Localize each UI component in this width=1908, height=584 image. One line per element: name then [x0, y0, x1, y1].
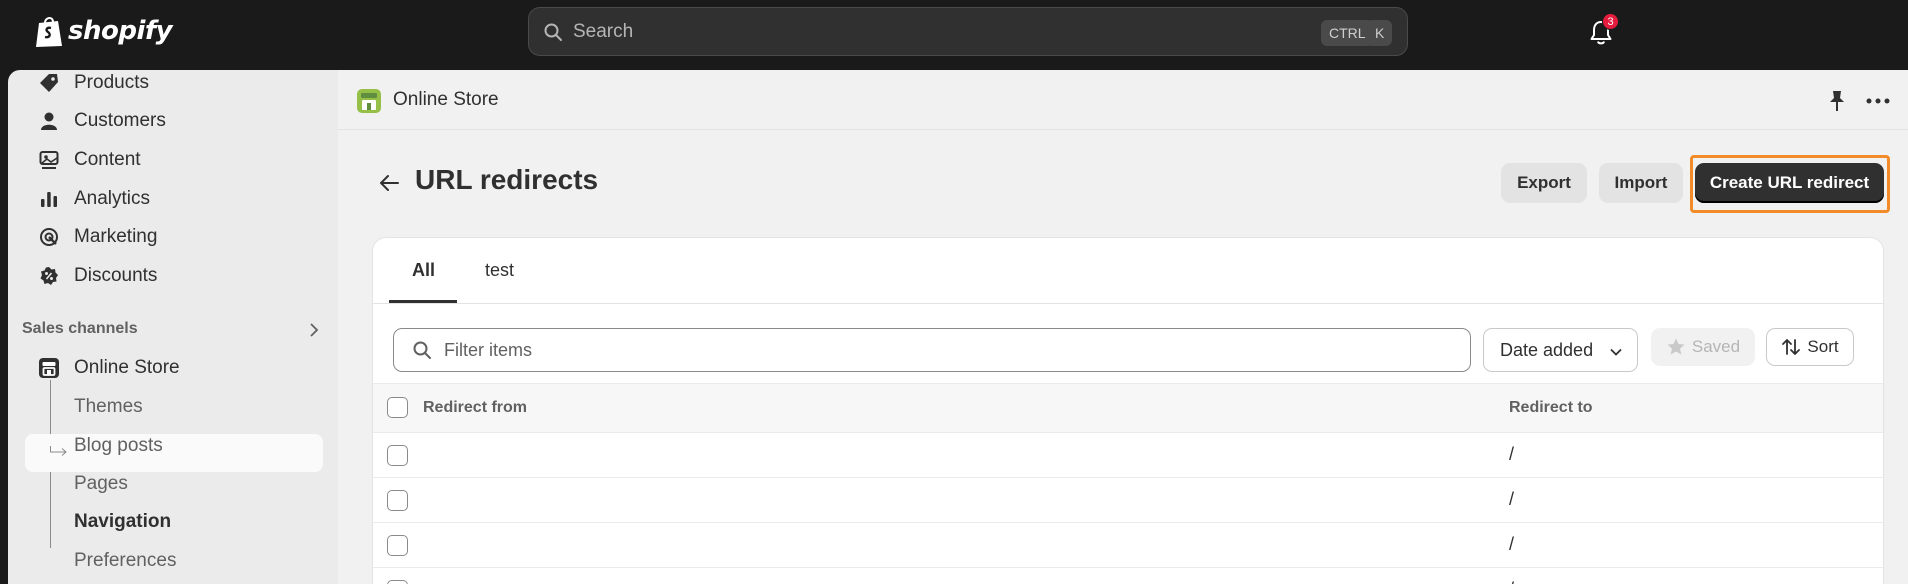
star-icon [1667, 338, 1685, 355]
row-checkbox[interactable] [387, 580, 408, 584]
saved-button[interactable]: Saved [1651, 328, 1755, 366]
breadcrumb: Online Store [338, 70, 1908, 130]
sidebar-subitem-blog-posts[interactable]: Blog posts [74, 431, 163, 461]
column-redirect-to[interactable]: Redirect to [1509, 399, 1593, 417]
page-title: URL redirects [415, 164, 599, 195]
search-placeholder: Search [573, 20, 634, 42]
date-added-label: Date added [1500, 339, 1594, 360]
filter-placeholder: Filter items [444, 339, 533, 360]
shopify-logo[interactable]: shopify [34, 14, 173, 48]
store-icon [38, 357, 60, 379]
more-actions-icon[interactable] [1865, 90, 1891, 112]
row-checkbox[interactable] [387, 535, 408, 556]
sidebar-item-discounts[interactable]: Discounts [38, 261, 157, 291]
online-store-label: Online Store [74, 357, 180, 378]
sidebar-item-analytics[interactable]: Analytics [38, 184, 150, 214]
export-button[interactable]: Export [1501, 163, 1587, 203]
brand-wordmark: shopify [68, 16, 173, 46]
table-row[interactable]: / [373, 433, 1883, 478]
select-all-checkbox[interactable] [387, 397, 408, 418]
sidebar-subitem-preferences[interactable]: Preferences [74, 546, 176, 576]
sidebar-item-label: Marketing [74, 226, 158, 247]
back-arrow-icon[interactable] [378, 172, 400, 194]
table-row[interactable]: / [373, 523, 1883, 568]
sidebar-item-label: Products [74, 72, 149, 93]
table-header: Redirect from Redirect to [373, 383, 1883, 433]
saved-label: Saved [1691, 337, 1741, 356]
redirects-card: All test Filter items Date added Saved S… [372, 237, 1884, 584]
tag-icon [38, 72, 60, 94]
sidebar-subitem-navigation[interactable]: Navigation [74, 507, 171, 537]
chevron-down-icon [1610, 348, 1622, 356]
sidebar-item-label: Discounts [74, 265, 158, 286]
highlight-outline [1690, 155, 1890, 213]
main-panel: Online Store URL redirects Export Import… [338, 70, 1908, 584]
sidebar-subitem-label: Navigation [74, 511, 172, 532]
row-checkbox[interactable] [387, 490, 408, 511]
sidebar: Products Customers Content Analytics Mar… [8, 70, 338, 584]
sidebar-item-label: Analytics [74, 188, 151, 209]
sidebar-subitem-label: Blog posts [74, 435, 163, 456]
shortcut-k-key: K [1367, 20, 1393, 46]
sidebar-subitem-label: Preferences [74, 550, 177, 571]
pin-icon[interactable] [1827, 90, 1847, 112]
date-added-dropdown[interactable]: Date added [1483, 328, 1638, 372]
notification-count-badge: 3 [1602, 13, 1619, 30]
chevron-right-icon[interactable] [306, 322, 322, 338]
target-icon [38, 226, 60, 248]
tab-test[interactable]: test [485, 260, 514, 281]
tab-all[interactable]: All [412, 260, 435, 281]
bar-chart-icon [38, 188, 60, 210]
shopify-bag-icon [36, 17, 62, 47]
redirect-to-cell: / [1509, 489, 1515, 509]
sidebar-item-content[interactable]: Content [38, 145, 141, 175]
tab-divider [373, 303, 1883, 304]
table-row[interactable]: / [373, 568, 1883, 584]
content-icon [38, 149, 60, 171]
sales-channels-label: Sales channels [22, 320, 138, 337]
sort-label: Sort [1807, 337, 1839, 356]
online-store-app-icon [357, 89, 381, 113]
redirect-to-cell: / [1509, 579, 1514, 584]
person-icon [38, 110, 60, 132]
sidebar-item-customers[interactable]: Customers [38, 106, 166, 136]
column-redirect-from[interactable]: Redirect from [423, 399, 527, 417]
search-input[interactable]: Search CTRL K [528, 7, 1408, 56]
active-item-background [25, 434, 323, 472]
sidebar-subitem-pages[interactable]: Pages [74, 469, 128, 499]
row-checkbox[interactable] [387, 445, 408, 466]
tree-arrow-icon [50, 446, 67, 456]
search-icon [544, 23, 562, 41]
sidebar-item-label: Content [74, 149, 141, 170]
sidebar-subitem-label: Themes [74, 396, 143, 417]
filter-input[interactable]: Filter items [393, 328, 1471, 372]
sidebar-item-products[interactable]: Products [38, 68, 149, 98]
redirect-to-cell: / [1509, 534, 1515, 554]
import-button[interactable]: Import [1599, 163, 1683, 203]
discount-icon [38, 265, 60, 287]
sidebar-item-marketing[interactable]: Marketing [38, 222, 157, 252]
search-icon [413, 341, 431, 359]
table-row[interactable]: / [373, 478, 1883, 523]
top-bar: shopify Search CTRL K 3 [0, 0, 1908, 70]
sidebar-subitem-label: Pages [74, 473, 128, 494]
shortcut-ctrl-key: CTRL [1321, 20, 1374, 46]
sidebar-item-label: Customers [74, 110, 166, 131]
sort-arrows-icon [1782, 339, 1801, 355]
sidebar-subitem-themes[interactable]: Themes [74, 392, 143, 422]
sort-button[interactable]: Sort [1766, 328, 1854, 366]
redirect-to-cell: / [1509, 444, 1515, 464]
breadcrumb-online-store[interactable]: Online Store [393, 89, 499, 111]
sidebar-item-online-store[interactable]: Online Store [38, 353, 180, 383]
